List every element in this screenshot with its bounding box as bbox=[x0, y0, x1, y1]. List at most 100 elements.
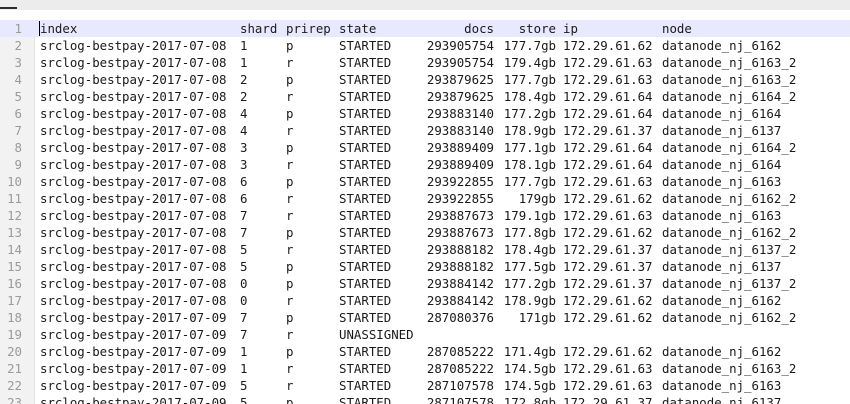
cell-store: 174.5gb bbox=[503, 378, 556, 393]
data-line[interactable]: 20 srclog-bestpay-2017-07-09 1 p STARTED 2870… bbox=[0, 343, 850, 360]
cell-docs: 293879625 bbox=[426, 89, 494, 104]
cell-ip: 172.29.61.62 bbox=[563, 38, 653, 53]
cell-ip: 172.29.61.62 bbox=[563, 191, 653, 206]
cell-docs: 293884142 bbox=[426, 276, 494, 291]
cell-prirep: r bbox=[286, 361, 294, 376]
cell-docs: 287085222 bbox=[426, 361, 494, 376]
cell-store: store bbox=[518, 21, 556, 36]
data-line[interactable]: 6 srclog-bestpay-2017-07-08 4 p STARTED 29388… bbox=[0, 105, 850, 122]
cell-shard: 1 bbox=[240, 344, 248, 359]
cell-docs: 293889409 bbox=[426, 157, 494, 172]
data-line[interactable]: 16 srclog-bestpay-2017-07-08 0 p STARTED 2938… bbox=[0, 275, 850, 292]
cell-node: datanode_nj_6163 bbox=[662, 174, 782, 189]
cell-shard: 4 bbox=[240, 106, 248, 121]
cell-node: datanode_nj_6137 bbox=[662, 123, 782, 138]
cell-index: srclog-bestpay-2017-07-08 bbox=[40, 293, 227, 308]
cell-prirep: r bbox=[286, 378, 294, 393]
cell-index: srclog-bestpay-2017-07-08 bbox=[40, 174, 227, 189]
cell-docs: 293905754 bbox=[426, 38, 494, 53]
cell-store: 177.1gb bbox=[503, 140, 556, 155]
cell-state: STARTED bbox=[339, 293, 392, 308]
data-line[interactable]: 2 srclog-bestpay-2017-07-08 1 p STARTED 29390… bbox=[0, 37, 850, 54]
cell-prirep: r bbox=[286, 242, 294, 257]
cell-store: 177.7gb bbox=[503, 38, 556, 53]
cell-node: datanode_nj_6164_2 bbox=[662, 140, 797, 155]
cell-index: srclog-bestpay-2017-07-08 bbox=[40, 55, 227, 70]
cell-store: 177.7gb bbox=[503, 72, 556, 87]
cell-shard: 3 bbox=[240, 157, 248, 172]
line-number: 1 bbox=[14, 21, 22, 36]
cell-node: datanode_nj_6162_2 bbox=[662, 191, 797, 206]
data-line[interactable]: 5 srclog-bestpay-2017-07-08 2 r STARTED 29387… bbox=[0, 88, 850, 105]
cell-node: datanode_nj_6163 bbox=[662, 208, 782, 223]
cell-shard: 7 bbox=[240, 310, 248, 325]
data-line[interactable]: 4 srclog-bestpay-2017-07-08 2 p STARTED 29387… bbox=[0, 71, 850, 88]
cell-index: srclog-bestpay-2017-07-08 bbox=[40, 106, 227, 121]
data-line[interactable]: 14 srclog-bestpay-2017-07-08 5 r STARTED 2938… bbox=[0, 241, 850, 258]
cell-prirep: r bbox=[286, 208, 294, 223]
data-line[interactable]: 10 srclog-bestpay-2017-07-08 6 p STARTED 2939… bbox=[0, 173, 850, 190]
data-line[interactable]: 9 srclog-bestpay-2017-07-08 3 r STARTED 29388… bbox=[0, 156, 850, 173]
cell-prirep: r bbox=[286, 191, 294, 206]
cell-docs: 293883140 bbox=[426, 106, 494, 121]
data-line[interactable]: 7 srclog-bestpay-2017-07-08 4 r STARTED 29388… bbox=[0, 122, 850, 139]
data-line[interactable]: 15 srclog-bestpay-2017-07-08 5 p STARTED 2938… bbox=[0, 258, 850, 275]
cell-shard: 6 bbox=[240, 174, 248, 189]
line-number: 6 bbox=[14, 106, 22, 121]
data-line[interactable]: 18 srclog-bestpay-2017-07-09 7 p STARTED 2870… bbox=[0, 309, 850, 326]
data-line[interactable]: 23 srclog-bestpay-2017-07-09 5 p STARTED 2871… bbox=[0, 394, 850, 404]
cell-shard: 4 bbox=[240, 123, 248, 138]
cell-state: UNASSIGNED bbox=[339, 327, 414, 342]
data-line[interactable]: 21 srclog-bestpay-2017-07-09 1 r STARTED 2870… bbox=[0, 360, 850, 377]
cell-state: STARTED bbox=[339, 140, 392, 155]
cell-ip: 172.29.61.62 bbox=[563, 310, 653, 325]
cell-store: 177.7gb bbox=[503, 174, 556, 189]
cell-index: srclog-bestpay-2017-07-09 bbox=[40, 327, 227, 342]
data-line[interactable]: 8 srclog-bestpay-2017-07-08 3 p STARTED 29388… bbox=[0, 139, 850, 156]
line-number: 19 bbox=[7, 327, 22, 342]
cell-index: srclog-bestpay-2017-07-08 bbox=[40, 259, 227, 274]
cell-index: srclog-bestpay-2017-07-08 bbox=[40, 72, 227, 87]
cell-state: STARTED bbox=[339, 361, 392, 376]
cell-docs: 293883140 bbox=[426, 123, 494, 138]
cell-index: srclog-bestpay-2017-07-09 bbox=[40, 378, 227, 393]
cell-node: datanode_nj_6164_2 bbox=[662, 89, 797, 104]
cell-prirep: r bbox=[286, 157, 294, 172]
cell-state: STARTED bbox=[339, 242, 392, 257]
cell-state: STARTED bbox=[339, 276, 392, 291]
cell-docs: 293922855 bbox=[426, 174, 494, 189]
line-number: 3 bbox=[14, 55, 22, 70]
data-line[interactable]: 19 srclog-bestpay-2017-07-09 7 r UNASSIGNED bbox=[0, 326, 850, 343]
text-editor[interactable]: 1 index shard prirep state docs store ip node 2 sr… bbox=[0, 20, 850, 404]
cell-docs: 293889409 bbox=[426, 140, 494, 155]
cell-ip: 172.29.61.64 bbox=[563, 157, 653, 172]
header-line[interactable]: 1 index shard prirep state docs store ip node bbox=[0, 20, 850, 37]
data-line[interactable]: 3 srclog-bestpay-2017-07-08 1 r STARTED 29390… bbox=[0, 54, 850, 71]
line-number: 5 bbox=[14, 89, 22, 104]
cell-ip: 172.29.61.63 bbox=[563, 378, 653, 393]
line-number: 17 bbox=[7, 293, 22, 308]
cell-docs: 293905754 bbox=[426, 55, 494, 70]
cell-store: 171gb bbox=[518, 310, 556, 325]
cell-state: STARTED bbox=[339, 38, 392, 53]
cell-docs: 293922855 bbox=[426, 191, 494, 206]
cell-index: index bbox=[40, 21, 78, 36]
cell-ip: 172.29.61.37 bbox=[563, 123, 653, 138]
data-line[interactable]: 11 srclog-bestpay-2017-07-08 6 r STARTED 2939… bbox=[0, 190, 850, 207]
data-line[interactable]: 22 srclog-bestpay-2017-07-09 5 r STARTED 2871… bbox=[0, 377, 850, 394]
cell-shard: 2 bbox=[240, 89, 248, 104]
cell-state: STARTED bbox=[339, 106, 392, 121]
data-line[interactable]: 17 srclog-bestpay-2017-07-08 0 r STARTED 2938… bbox=[0, 292, 850, 309]
cell-state: STARTED bbox=[339, 157, 392, 172]
cell-node: datanode_nj_6162_2 bbox=[662, 310, 797, 325]
cell-docs: 287080376 bbox=[426, 310, 494, 325]
cell-node: datanode_nj_6137 bbox=[662, 259, 782, 274]
cell-state: STARTED bbox=[339, 89, 392, 104]
tab-indicator[interactable] bbox=[0, 7, 17, 9]
cell-state: state bbox=[339, 21, 377, 36]
cell-state: STARTED bbox=[339, 123, 392, 138]
cell-state: STARTED bbox=[339, 208, 392, 223]
data-line[interactable]: 13 srclog-bestpay-2017-07-08 7 p STARTED 2938… bbox=[0, 224, 850, 241]
data-line[interactable]: 12 srclog-bestpay-2017-07-08 7 r STARTED 2938… bbox=[0, 207, 850, 224]
cell-docs: 293884142 bbox=[426, 293, 494, 308]
